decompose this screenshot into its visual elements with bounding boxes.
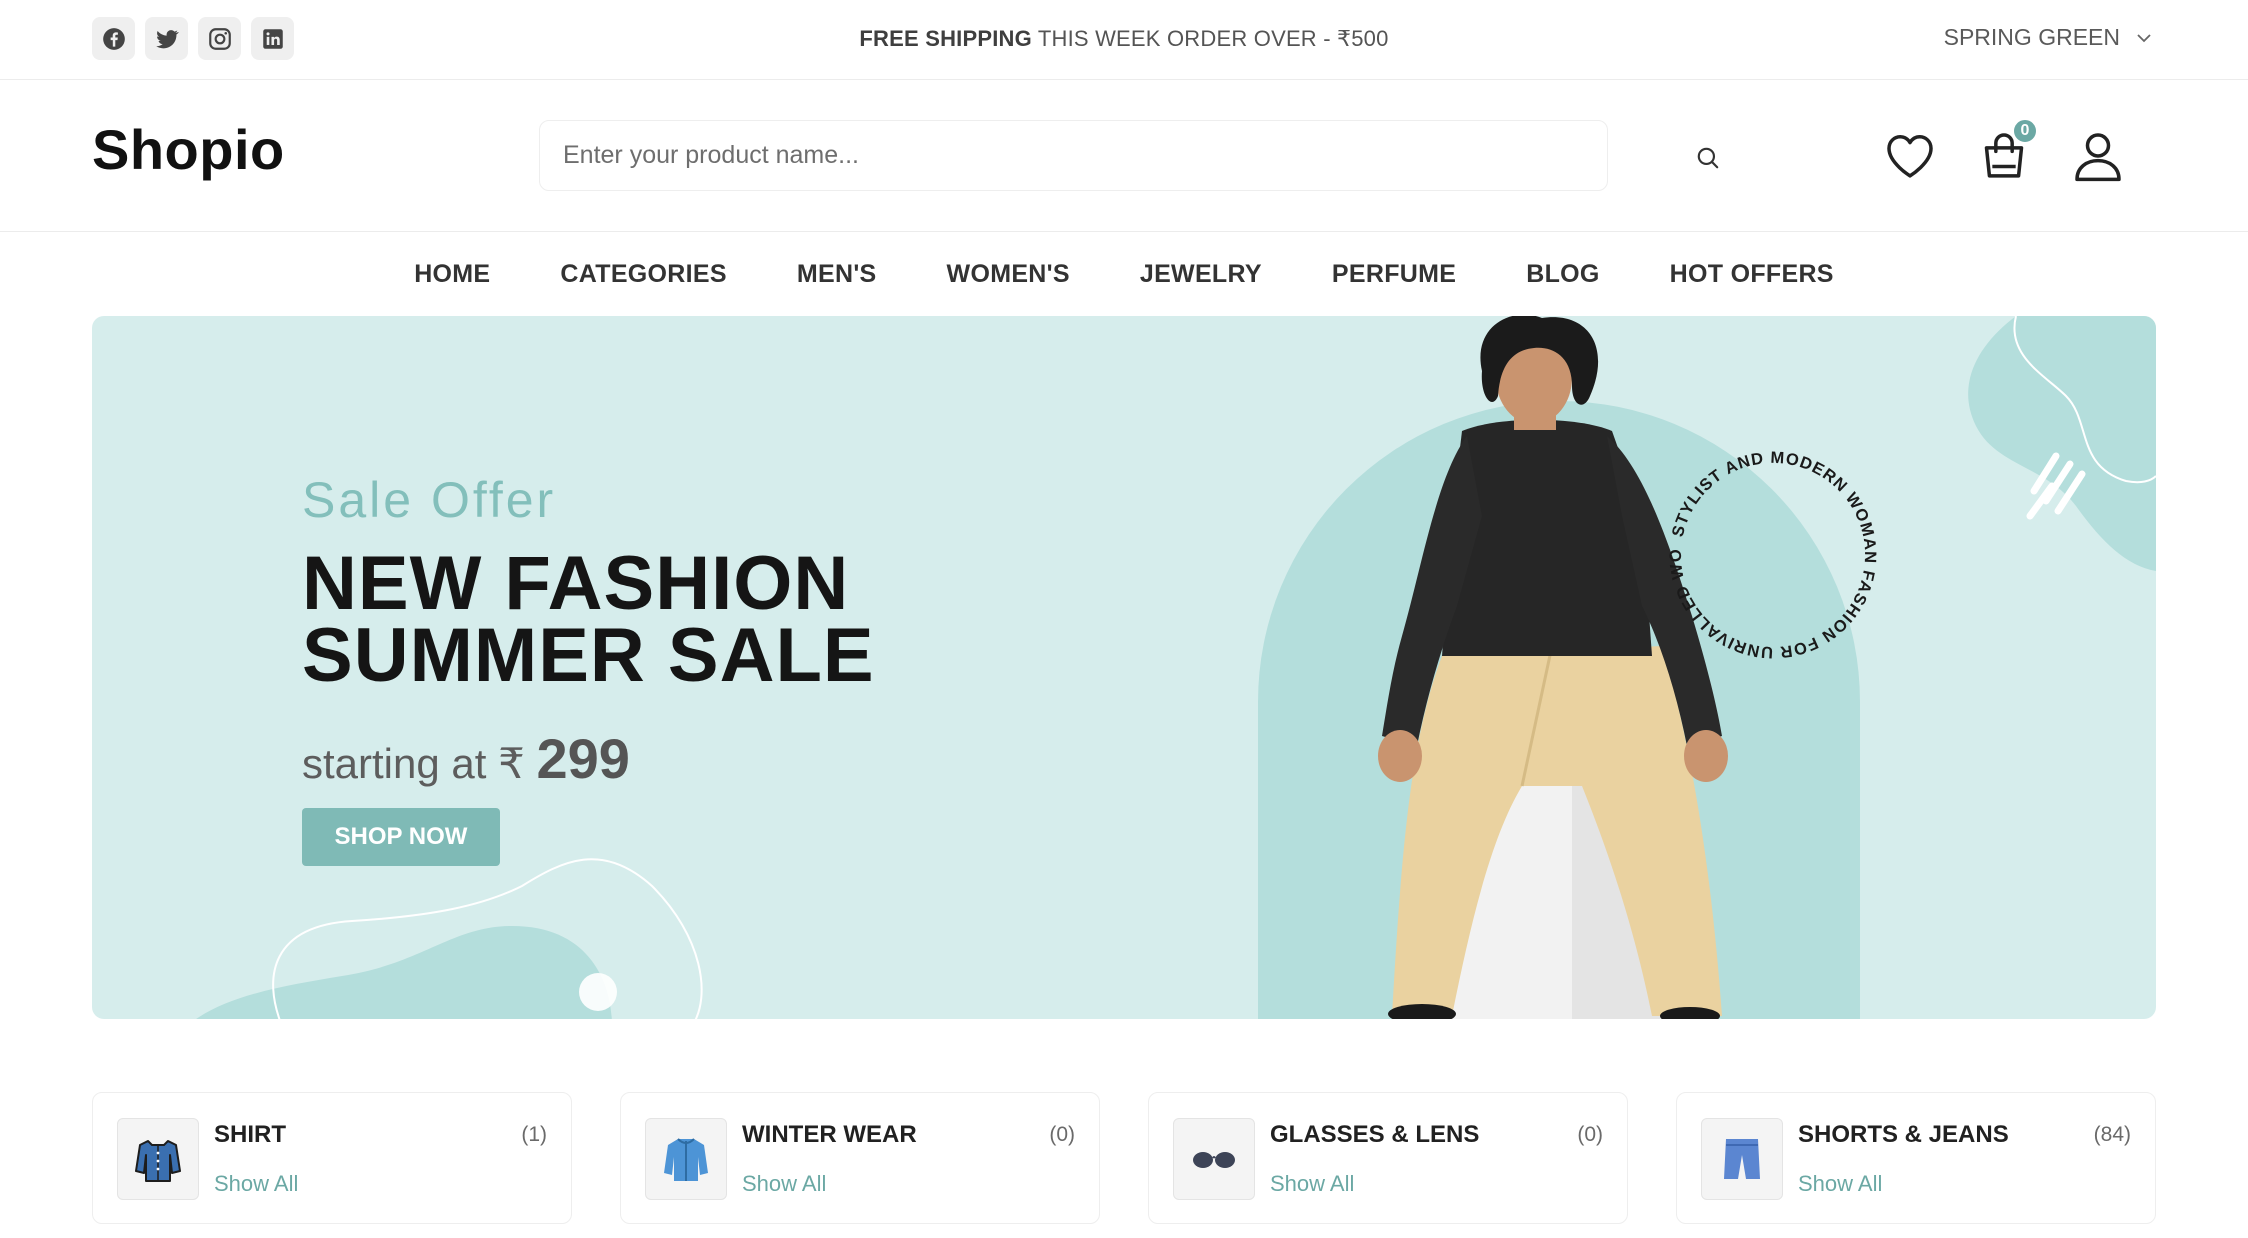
- show-all-link[interactable]: Show All: [1270, 1171, 1354, 1197]
- nav-mens[interactable]: MEN'S: [797, 260, 877, 289]
- hero-price: starting at ₹ 299: [302, 726, 630, 791]
- hero-banner: Sale Offer NEW FASHION SUMMER SALE start…: [92, 316, 2156, 1019]
- chevron-down-icon: [2137, 33, 2151, 42]
- category-strip: SHIRT (1) Show All WINTER WEAR (0) Show …: [92, 1092, 2156, 1224]
- category-name: SHIRT: [214, 1121, 286, 1148]
- category-card-glasses-lens[interactable]: GLASSES & LENS (0) Show All: [1148, 1092, 1628, 1224]
- heart-icon: [1887, 135, 1933, 178]
- main-nav: HOME CATEGORIES MEN'S WOMEN'S JEWELRY PE…: [0, 232, 2248, 316]
- category-thumb: [645, 1118, 727, 1200]
- nav-womens[interactable]: WOMEN'S: [947, 260, 1070, 289]
- site-logo[interactable]: Shopio: [92, 117, 285, 182]
- category-count: (0): [1049, 1123, 1075, 1146]
- nav-home[interactable]: HOME: [414, 260, 490, 289]
- hero-title-line2: SUMMER SALE: [302, 613, 875, 698]
- hero-title-line1: NEW FASHION: [302, 541, 850, 626]
- cart-count-badge: 0: [2012, 118, 2038, 144]
- shorts-icon: [1724, 1139, 1760, 1179]
- nav-hot-offers[interactable]: HOT OFFERS: [1670, 260, 1834, 289]
- decorative-corner-blob: [1968, 316, 2156, 571]
- hero-subtitle: Sale Offer: [302, 472, 557, 528]
- user-icon: [2075, 133, 2121, 182]
- promo-text: THIS WEEK ORDER OVER - ₹500: [1031, 26, 1389, 51]
- jacket-icon: [664, 1138, 708, 1181]
- svg-text:STYLIST AND MODERN WOMAN FASHI: STYLIST AND MODERN WOMAN FASHION FOR UNR…: [1658, 440, 1879, 661]
- hero-title: NEW FASHION SUMMER SALE: [302, 541, 875, 698]
- nav-categories[interactable]: CATEGORIES: [560, 260, 726, 289]
- category-count: (84): [2093, 1123, 2131, 1146]
- account-button[interactable]: [2070, 128, 2126, 184]
- search-icon: [1697, 147, 1719, 169]
- category-thumb: [117, 1118, 199, 1200]
- category-thumb: [1173, 1118, 1255, 1200]
- search-button[interactable]: [1690, 140, 1726, 176]
- theme-label: SPRING GREEN: [1943, 24, 2120, 50]
- category-name: WINTER WEAR: [742, 1121, 917, 1148]
- search-input[interactable]: [540, 121, 1607, 190]
- shop-now-button[interactable]: SHOP NOW: [302, 808, 500, 866]
- category-count: (0): [1577, 1123, 1603, 1146]
- nav-blog[interactable]: BLOG: [1526, 260, 1599, 289]
- theme-dropdown[interactable]: SPRING GREEN: [1944, 24, 2152, 51]
- category-name: GLASSES & LENS: [1270, 1121, 1480, 1148]
- glasses-icon: [1193, 1152, 1235, 1168]
- category-card-winter-wear[interactable]: WINTER WEAR (0) Show All: [620, 1092, 1100, 1224]
- category-card-shorts-jeans[interactable]: SHORTS & JEANS (84) Show All: [1676, 1092, 2156, 1224]
- category-name: SHORTS & JEANS: [1798, 1121, 2009, 1148]
- show-all-link[interactable]: Show All: [214, 1171, 298, 1197]
- price-amount: 299: [536, 727, 630, 790]
- show-all-link[interactable]: Show All: [742, 1171, 826, 1197]
- category-card-shirt[interactable]: SHIRT (1) Show All: [92, 1092, 572, 1224]
- cart-button[interactable]: 0: [1976, 118, 2038, 184]
- show-all-link[interactable]: Show All: [1798, 1171, 1882, 1197]
- price-prefix: starting at ₹: [302, 740, 537, 787]
- category-thumb: [1701, 1118, 1783, 1200]
- category-count: (1): [521, 1123, 547, 1146]
- wishlist-button[interactable]: [1882, 128, 1938, 184]
- nav-perfume[interactable]: PERFUME: [1332, 260, 1456, 289]
- nav-jewelry[interactable]: JEWELRY: [1140, 260, 1262, 289]
- shirt-icon: [135, 1140, 181, 1182]
- top-bar: FREE SHIPPING THIS WEEK ORDER OVER - ₹50…: [0, 0, 2248, 80]
- circular-tagline-text: STYLIST AND MODERN WOMAN FASHION FOR UNR…: [1658, 440, 1878, 661]
- shipping-promo: FREE SHIPPING THIS WEEK ORDER OVER - ₹50…: [0, 26, 2248, 52]
- promo-highlight: FREE SHIPPING: [859, 26, 1032, 51]
- search-bar: [539, 120, 1608, 191]
- site-header: Shopio 0: [0, 80, 2248, 232]
- circular-tagline: STYLIST AND MODERN WOMAN FASHION FOR UNR…: [1658, 440, 1879, 661]
